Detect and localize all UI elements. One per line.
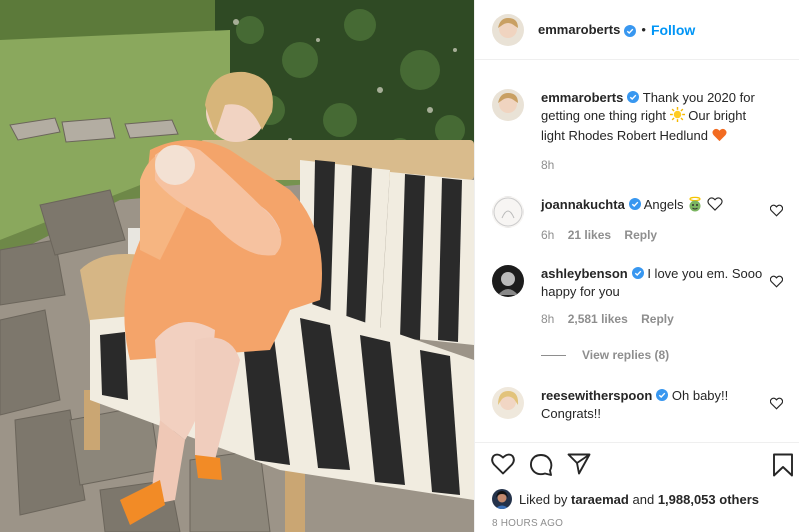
view-replies-button[interactable]: View replies (8)	[541, 348, 669, 362]
verified-badge-icon	[631, 266, 644, 279]
comment-likes[interactable]: 2,581 likes	[568, 312, 628, 326]
post-actions: Liked by taraemad and 1,988,053 others 8…	[475, 442, 799, 532]
verified-badge-icon	[656, 388, 669, 401]
liker-username[interactable]: taraemad	[571, 492, 629, 507]
reply-button[interactable]: Reply	[641, 312, 674, 326]
caption-avatar[interactable]	[492, 89, 524, 121]
orange-heart-emoji-icon	[712, 128, 727, 147]
like-comment-heart-icon[interactable]	[770, 204, 783, 217]
comment-time: 8h	[541, 312, 555, 326]
author-avatar[interactable]	[492, 13, 524, 46]
caption-time: 8h	[541, 158, 555, 172]
white-heart-emoji-icon	[707, 197, 723, 216]
comments-list[interactable]: emmaroberts Thank you 2020 for getting o…	[475, 61, 799, 442]
post-photo[interactable]	[0, 0, 474, 532]
bookmark-icon[interactable]	[772, 453, 794, 477]
post-header: emmaroberts • Follow	[475, 0, 799, 60]
liker-avatar[interactable]	[492, 489, 512, 509]
liked-by-label: Liked by	[519, 491, 568, 507]
header-separator: •	[641, 22, 646, 37]
comment-icon[interactable]	[529, 453, 553, 477]
verified-badge-icon	[628, 197, 641, 210]
post-timestamp[interactable]: 8 HOURS AGO	[492, 518, 563, 529]
comment-username[interactable]: ashleybenson	[541, 266, 628, 281]
replies-divider	[541, 354, 566, 356]
sun-emoji-icon	[669, 107, 685, 127]
photo-illustration	[0, 0, 474, 532]
liked-and-label: and	[632, 491, 655, 507]
comment-text: Angels	[643, 197, 684, 212]
heart-icon[interactable]	[491, 453, 515, 475]
angel-emoji-icon	[687, 196, 703, 217]
comment-likes[interactable]: 21 likes	[568, 228, 611, 242]
reply-button[interactable]: Reply	[624, 228, 657, 242]
follow-button[interactable]: Follow	[651, 22, 695, 38]
comment-time: 6h	[541, 228, 555, 242]
verified-badge-icon	[627, 90, 640, 103]
others-count[interactable]: 1,988,053 others	[658, 492, 759, 507]
like-comment-heart-icon[interactable]	[770, 275, 783, 288]
comment-username[interactable]: joannakuchta	[541, 197, 625, 212]
verified-badge-icon	[624, 24, 637, 37]
commenter-avatar[interactable]	[492, 265, 524, 297]
caption-username[interactable]: emmaroberts	[541, 90, 623, 105]
post-side-panel: emmaroberts • Follow emmaroberts Thank y…	[474, 0, 799, 532]
commenter-avatar[interactable]	[492, 196, 524, 228]
likes-summary[interactable]: Liked by taraemad and 1,988,053 others	[492, 489, 759, 509]
share-icon[interactable]	[567, 453, 591, 475]
header-username[interactable]: emmaroberts	[538, 22, 620, 37]
comment-username[interactable]: reesewitherspoon	[541, 388, 652, 403]
like-comment-heart-icon[interactable]	[770, 397, 783, 410]
commenter-avatar[interactable]	[492, 387, 524, 419]
view-replies-label: View replies (8)	[582, 348, 670, 362]
